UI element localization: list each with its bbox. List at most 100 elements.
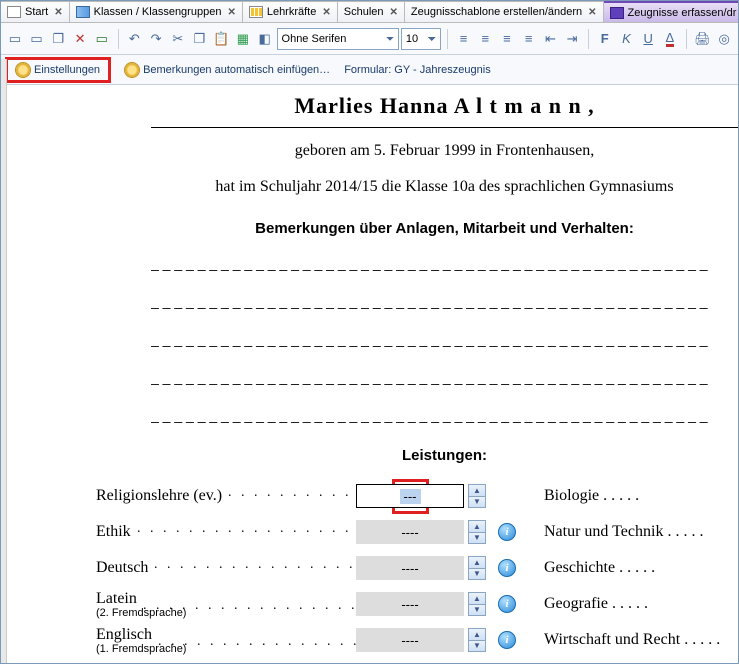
grade-cell[interactable]: ---- [356,628,464,652]
tab-icon [76,6,90,18]
grade-value: --- [400,489,421,504]
spin-down-icon[interactable]: ▼ [469,604,485,616]
grade-spinner[interactable]: ▲▼ [468,592,486,616]
redo-icon[interactable]: ↷ [146,28,166,50]
font-color-icon[interactable]: Δ [660,28,680,50]
preview-icon[interactable]: ◎ [714,28,734,50]
grade-spinner[interactable]: ▲▼ [468,484,486,508]
spin-up-icon[interactable]: ▲ [469,485,485,496]
leader-dots: . . . . . [608,595,648,612]
grid-icon[interactable]: ▦ [233,28,253,50]
grade-spinner[interactable]: ▲▼ [468,556,486,580]
dash-row: _ _ _ _ _ _ _ _ _ _ _ _ _ _ _ _ _ _ _ _ … [151,293,738,309]
delete-icon[interactable]: ✕ [70,28,90,50]
indent-right-icon[interactable]: ⇥ [562,28,582,50]
paste-icon[interactable]: 📋 [211,28,231,50]
underline-icon[interactable]: U [638,28,658,50]
spin-down-icon[interactable]: ▼ [469,496,485,508]
page: Marlies Hanna A l t m a n n , geboren am… [151,93,738,663]
spin-down-icon[interactable]: ▼ [469,532,485,544]
align-center-icon[interactable]: ≡ [475,28,495,50]
font-size-select[interactable]: 10 [401,28,441,50]
tab[interactable]: Zeugnisschablone erstellen/ändern✕ [405,1,604,22]
tab[interactable]: Schulen✕ [338,1,405,22]
spin-up-icon[interactable]: ▲ [469,629,485,640]
subject-right: Biologie . . . . . [544,487,738,505]
grade-value: ---- [401,561,418,576]
subject-right: Natur und Technik . . . . . [544,523,738,541]
anchor-icon[interactable]: ◧ [255,28,275,50]
gear-icon [16,63,30,77]
grade-cell[interactable]: ---- [356,556,464,580]
indent-left-icon[interactable]: ⇤ [541,28,561,50]
copy-icon[interactable]: ❐ [190,28,210,50]
subject-name: Wirtschaft und Recht [544,631,680,648]
left-gutter [1,59,7,663]
grade-value: ---- [401,525,418,540]
bemerkungen-button[interactable]: Bemerkungen automatisch einfügen… [119,61,336,79]
separator [118,29,119,49]
close-icon[interactable]: ✕ [322,7,330,18]
student-name: Marlies Hanna A l t m a n n , [151,93,738,119]
subject-left: Englisch(1. Fremdsprache). . . . . . . .… [96,626,356,654]
tab-label: Zeugnisse erfassen/dr [628,7,737,19]
tab-strip: Start✕Klassen / Klassengruppen✕Lehrkräft… [1,1,738,23]
tab[interactable]: Klassen / Klassengruppen✕ [70,1,243,22]
save-icon[interactable]: ▭ [92,28,112,50]
subject-name: Natur und Technik [544,523,663,540]
grade-cell[interactable]: --- [356,484,464,508]
close-icon[interactable]: ✕ [227,7,235,18]
leader-dots: . . . . . . . . . . . . . . . . . [158,634,373,650]
leistungen-heading: Leistungen: [151,447,738,464]
align-right-icon[interactable]: ≡ [497,28,517,50]
info-icon[interactable]: i [498,523,516,541]
name-underline [151,127,738,128]
grade-spinner[interactable]: ▲▼ [468,520,486,544]
spin-down-icon[interactable]: ▼ [469,640,485,652]
bemerkungen-label: Bemerkungen automatisch einfügen… [143,64,330,76]
tab[interactable]: Start✕ [1,1,70,22]
align-left-icon[interactable]: ≡ [454,28,474,50]
close-icon[interactable]: ✕ [588,7,596,18]
cut-icon[interactable]: ✂ [168,28,188,50]
font-family-select[interactable]: Ohne Serifen [277,28,399,50]
tab-icon [610,7,624,19]
dash-row: _ _ _ _ _ _ _ _ _ _ _ _ _ _ _ _ _ _ _ _ … [151,331,738,347]
tab[interactable]: Zeugnisse erfassen/dr✕ [604,1,738,22]
dash-row: _ _ _ _ _ _ _ _ _ _ _ _ _ _ _ _ _ _ _ _ … [151,369,738,385]
tab-icon [249,6,263,18]
subject-right: Geografie . . . . . [544,595,738,613]
new-icon[interactable]: ▭ [5,28,25,50]
copy-page-icon[interactable]: ❐ [48,28,68,50]
main-toolbar: ▭ ▭ ❐ ✕ ▭ ↶ ↷ ✂ ❐ 📋 ▦ ◧ Ohne Serifen 10 … [1,23,738,55]
close-icon[interactable]: ✕ [54,7,62,18]
einstellungen-button[interactable]: Einstellungen [10,61,106,79]
subject-left: Latein(2. Fremdsprache). . . . . . . . .… [96,590,356,618]
spin-up-icon[interactable]: ▲ [469,593,485,604]
align-justify-icon[interactable]: ≡ [519,28,539,50]
close-icon[interactable]: ✕ [390,7,398,18]
italic-icon[interactable]: K [617,28,637,50]
bemerkungen-heading: Bemerkungen über Anlagen, Mitarbeit und … [151,220,738,237]
spin-down-icon[interactable]: ▼ [469,568,485,580]
separator [447,29,448,49]
bold-icon[interactable]: F [595,28,615,50]
info-icon[interactable]: i [498,631,516,649]
grade-cell[interactable]: ---- [356,592,464,616]
schoolyear-line: hat im Schuljahr 2014/15 die Klasse 10a … [151,178,738,196]
info-icon[interactable]: i [498,595,516,613]
subject-right: Geschichte . . . . . [544,559,738,577]
separator [686,29,687,49]
info-icon[interactable]: i [498,559,516,577]
spin-up-icon[interactable]: ▲ [469,521,485,532]
grade-cell[interactable]: ---- [356,520,464,544]
tab[interactable]: Lehrkräfte✕ [243,1,338,22]
subject-left: Deutsch. . . . . . . . . . . . . . . . .… [96,559,356,577]
print-icon[interactable]: 🖨 [693,28,713,50]
grade-spinner[interactable]: ▲▼ [468,628,486,652]
open-icon[interactable]: ▭ [27,28,47,50]
grade-row: Ethik. . . . . . . . . . . . . . . . . .… [96,514,738,550]
subject-left: Religionslehre (ev.). . . . . . . . . . … [96,487,356,505]
spin-up-icon[interactable]: ▲ [469,557,485,568]
undo-icon[interactable]: ↶ [124,28,144,50]
